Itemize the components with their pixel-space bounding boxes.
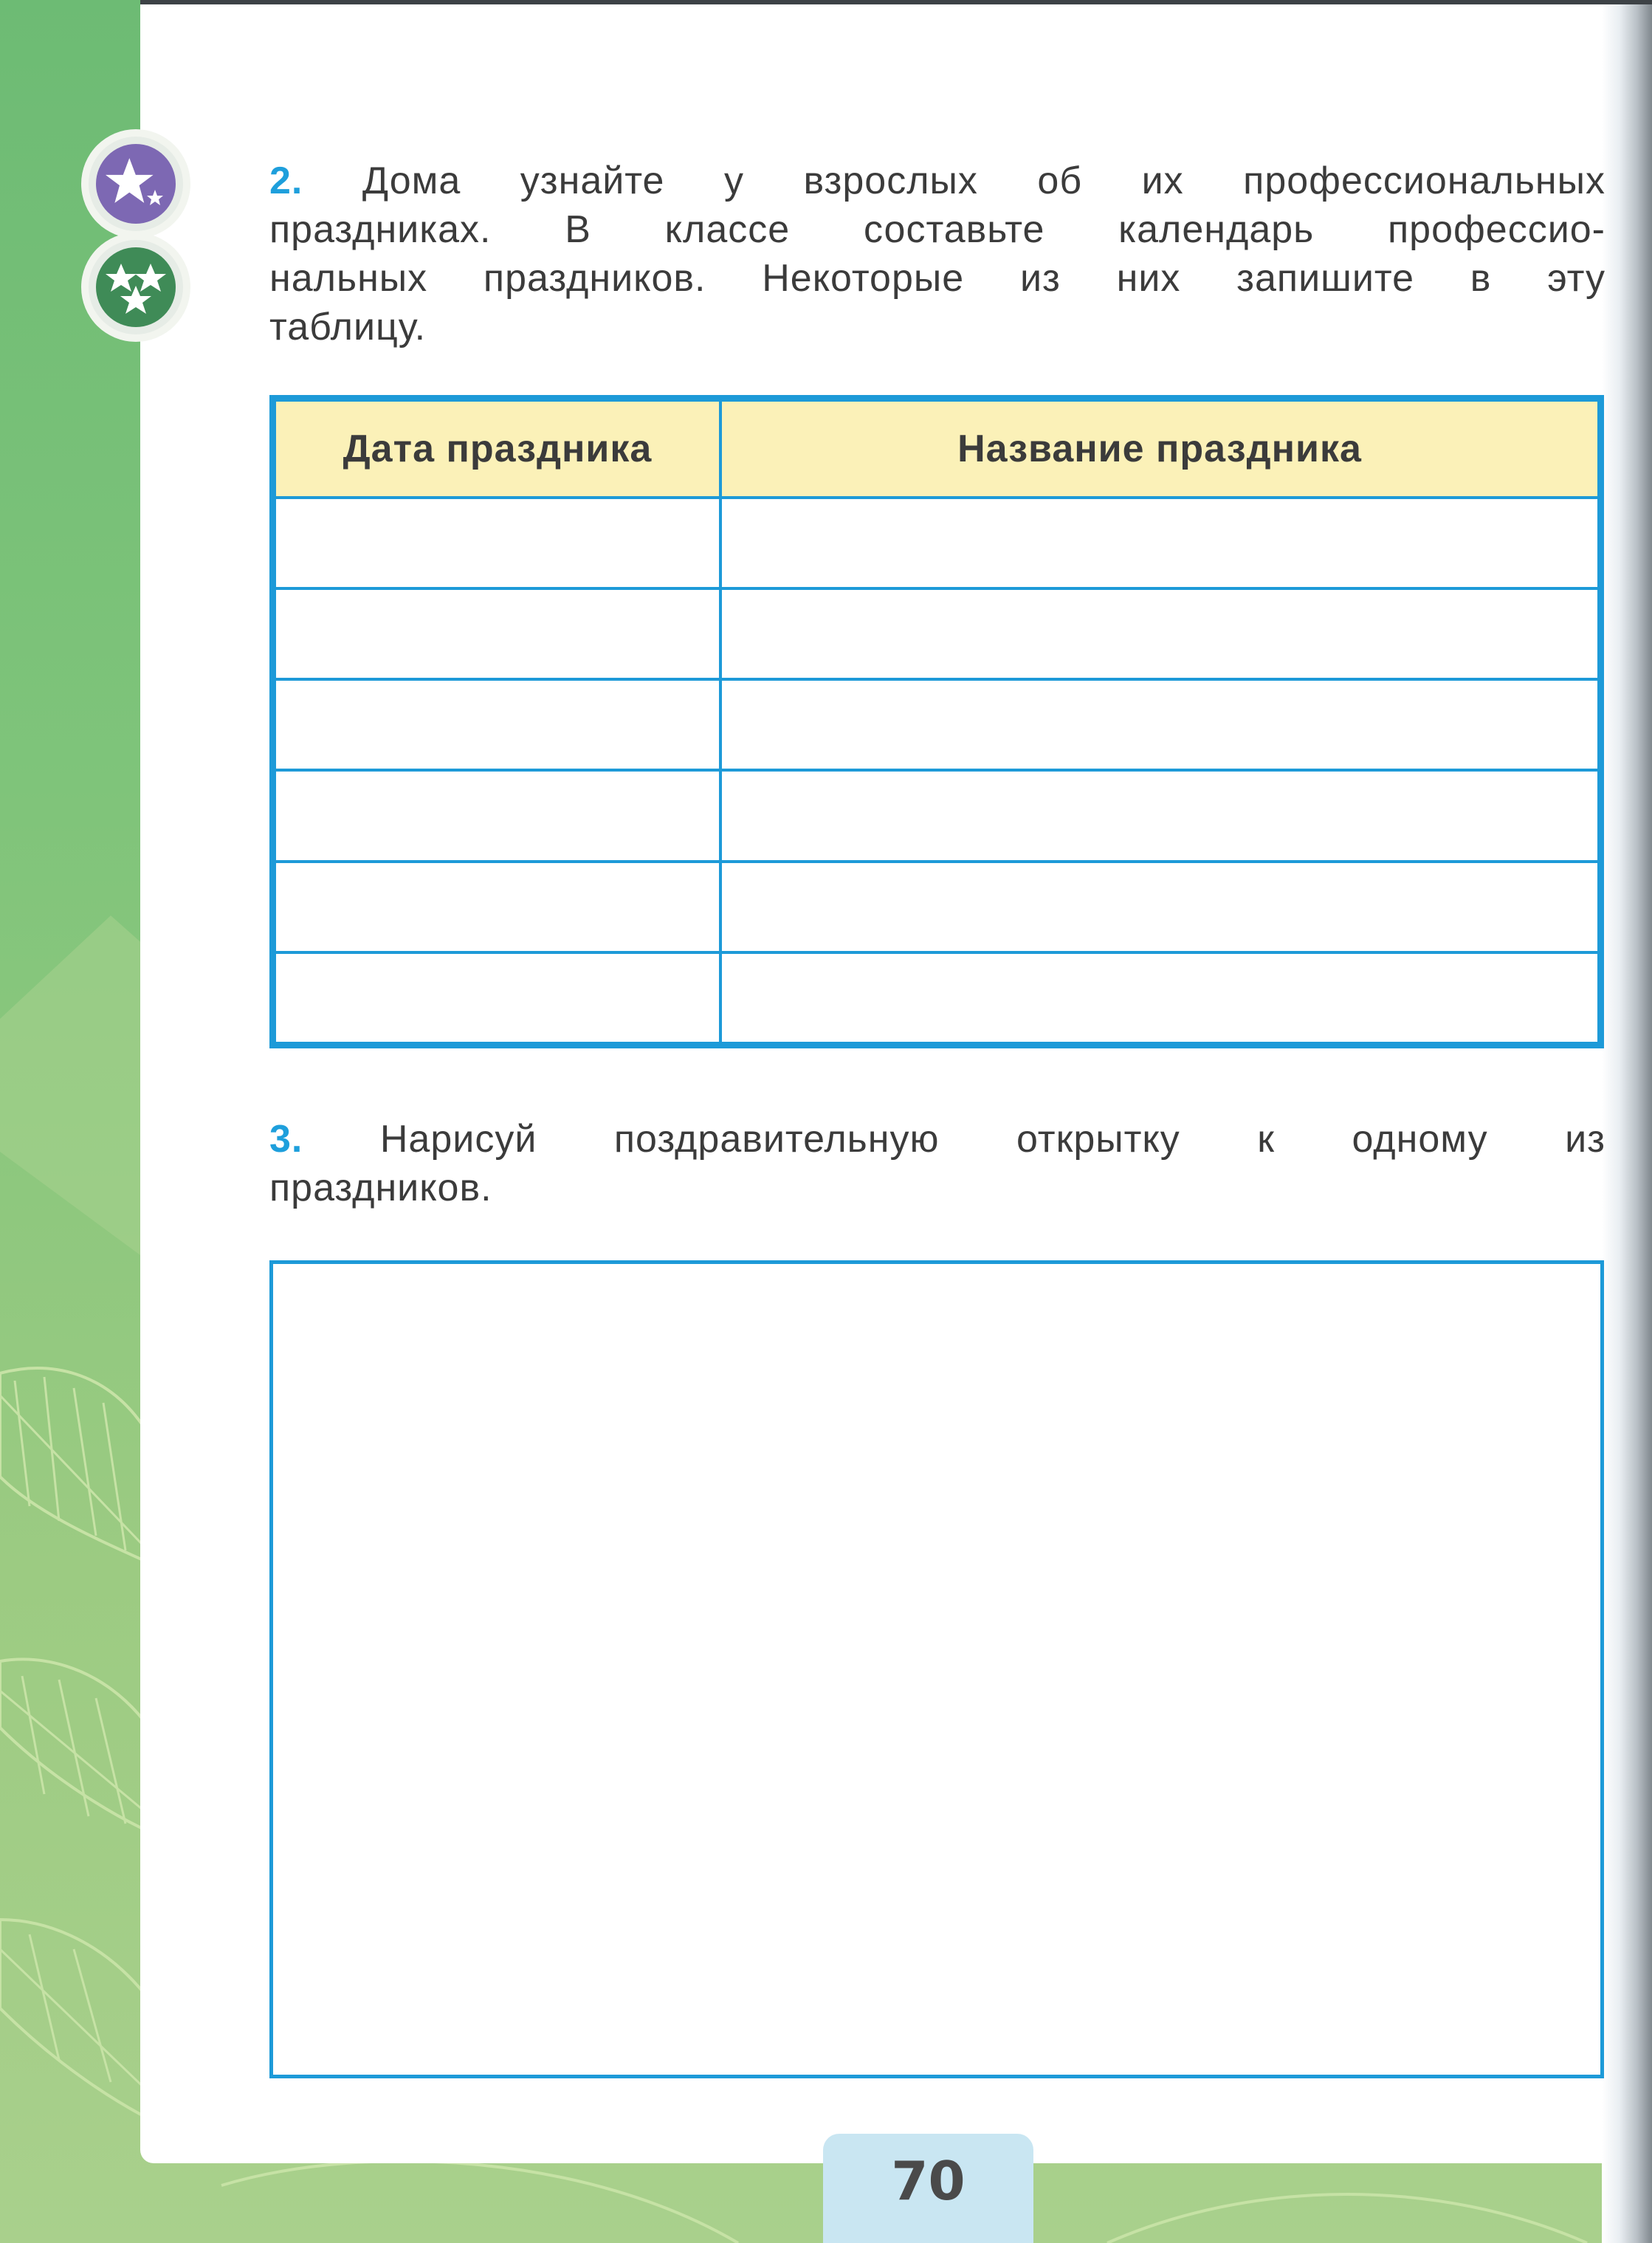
table-row: [273, 769, 1600, 863]
task-3-text: 3. Нарисуй поздравительную открытку к од…: [269, 1115, 1605, 1212]
table-row: [273, 859, 1600, 954]
holiday-name-cell[interactable]: [719, 587, 1600, 681]
difficulty-badge-2: [89, 240, 183, 334]
table-row: [273, 950, 1600, 1045]
holiday-name-cell[interactable]: [719, 769, 1600, 863]
column-header-name: Название праздника: [719, 399, 1600, 499]
page-number-tab: 70: [823, 2134, 1033, 2243]
table-row: [273, 587, 1600, 681]
holiday-name-cell[interactable]: [719, 678, 1600, 772]
task-2-line-1-text: Дома узнайте у взрослых об их профессион…: [362, 159, 1605, 202]
date-cell[interactable]: [273, 769, 722, 863]
difficulty-badge-1: [89, 137, 183, 231]
page-top-edge: [140, 0, 1652, 4]
task-2-text: 2. Дома узнайте у взрослых об их професс…: [269, 157, 1605, 351]
task-2-line-2: праздниках. В классе составьте календарь…: [269, 208, 1605, 251]
table-header-row: Дата праздника Название праздника: [273, 399, 1600, 499]
task-3-line-2: праздников.: [269, 1167, 492, 1209]
date-cell[interactable]: [273, 587, 722, 681]
holiday-name-cell[interactable]: [719, 950, 1600, 1045]
date-cell[interactable]: [273, 859, 722, 954]
task-2-line-1: 2. Дома узнайте у взрослых об их професс…: [269, 157, 1605, 205]
task-3-number: 3.: [269, 1118, 303, 1161]
task-2-line-4: таблицу.: [269, 306, 427, 348]
holiday-name-cell[interactable]: [719, 859, 1600, 954]
date-cell[interactable]: [273, 950, 722, 1045]
page-number: 70: [891, 2150, 966, 2212]
drawing-area[interactable]: [269, 1260, 1604, 2078]
holiday-table: Дата праздника Название праздника: [269, 395, 1604, 1048]
date-cell[interactable]: [273, 678, 722, 772]
date-cell[interactable]: [273, 495, 722, 591]
task-3-line-1: 3. Нарисуй поздравительную открытку к од…: [269, 1115, 1605, 1164]
table-row: [273, 678, 1600, 772]
table-row: [273, 495, 1600, 591]
holiday-name-cell[interactable]: [719, 495, 1600, 591]
column-header-date: Дата праздника: [273, 399, 722, 499]
task-2-line-3: нальных праздников. Некоторые из них зап…: [269, 257, 1605, 300]
task-2-number: 2.: [269, 159, 303, 202]
purple-star-badge-icon: [96, 144, 176, 224]
task-3-line-1-text: Нарисуй поздравительную открытку к одном…: [379, 1118, 1605, 1161]
green-three-stars-badge-icon: [96, 247, 176, 327]
page-binding-shadow: [1602, 0, 1652, 2243]
